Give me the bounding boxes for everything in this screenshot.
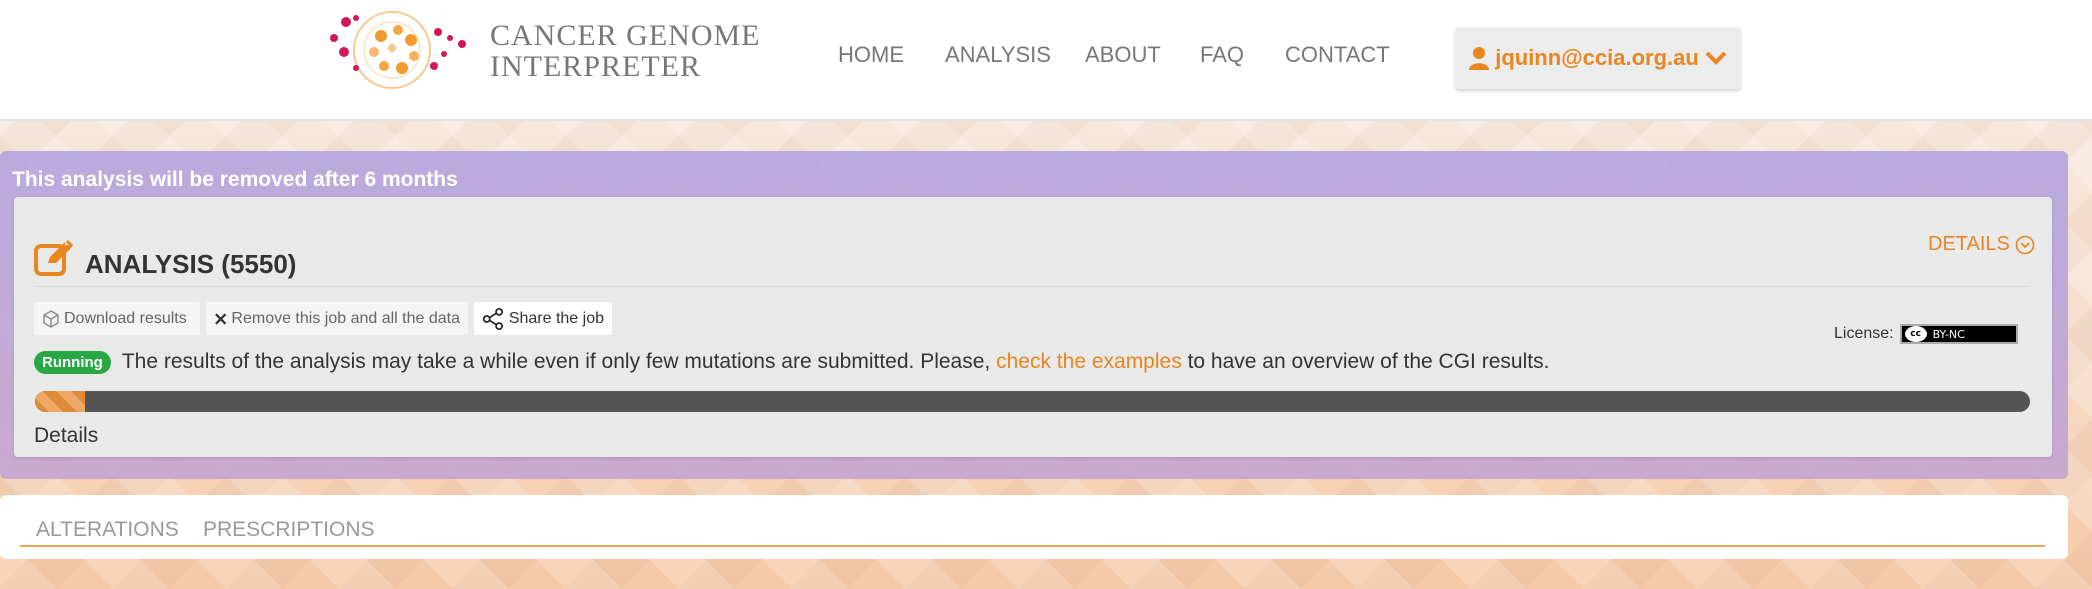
nav-analysis[interactable]: ANALYSIS (945, 42, 1051, 68)
chevron-down-icon (1705, 51, 1727, 65)
user-menu-button[interactable]: jquinn@ccia.org.au (1455, 27, 1741, 89)
status-badge: Running (34, 350, 111, 374)
progress-fill (35, 391, 85, 412)
close-icon (215, 312, 227, 325)
logo-text: CANCER GENOME INTERPRETER (490, 20, 761, 82)
logo-line-2: INTERPRETER (490, 50, 701, 83)
share-job-label: Share the job (508, 309, 604, 327)
license: License: cc BY-NC (1834, 324, 2018, 344)
analysis-title: ANALYSIS (5550) (85, 249, 297, 279)
remove-job-button[interactable]: Remove this job and all the data (206, 302, 468, 335)
status-text-after: to have an overview of the CGI results. (1187, 350, 1550, 373)
user-email: jquinn@ccia.org.au (1495, 45, 1699, 70)
tab-prescriptions[interactable]: PRESCRIPTIONS (203, 518, 375, 542)
share-job-button[interactable]: Share the job (474, 302, 612, 335)
nav-about[interactable]: ABOUT (1085, 42, 1161, 68)
nav-contact[interactable]: CONTACT (1285, 42, 1390, 68)
details-label: Details (34, 424, 99, 447)
cgi-logo[interactable] (326, 8, 472, 92)
user-icon (1469, 47, 1490, 70)
title-divider (34, 286, 2030, 287)
tabs-underline (20, 545, 2045, 547)
progress-bar (35, 391, 2030, 412)
cc-license-text: BY-NC (1932, 327, 1965, 341)
share-icon (482, 307, 504, 330)
site-header: CANCER GENOME INTERPRETER HOME ANALYSIS … (0, 0, 2092, 121)
details-toggle-label: DETAILS (1928, 233, 2010, 255)
nav-home[interactable]: HOME (838, 42, 904, 68)
cc-icon: cc (1904, 326, 1927, 342)
cc-license-badge[interactable]: cc BY-NC (1899, 324, 2018, 344)
download-results-label: Download results (64, 309, 187, 327)
status-message: The results of the analysis may take a w… (122, 350, 1550, 374)
status-text-before: The results of the analysis may take a w… (121, 350, 991, 373)
logo-line-1: CANCER GENOME (490, 19, 761, 52)
nav-faq[interactable]: FAQ (1200, 42, 1244, 68)
check-examples-link[interactable]: check the examples (996, 350, 1182, 373)
chevron-circle-down-icon (2015, 235, 2035, 254)
removal-notice: This analysis will be removed after 6 mo… (12, 168, 458, 191)
edit-icon (34, 239, 74, 276)
download-results-button[interactable]: Download results (34, 302, 200, 335)
box-icon (43, 309, 59, 328)
license-label: License: (1834, 325, 1894, 342)
details-toggle[interactable]: DETAILS (1928, 233, 2035, 256)
status-line: Running The results of the analysis may … (34, 348, 1549, 376)
remove-job-label: Remove this job and all the data (231, 309, 460, 327)
tab-alterations[interactable]: ALTERATIONS (36, 518, 179, 542)
